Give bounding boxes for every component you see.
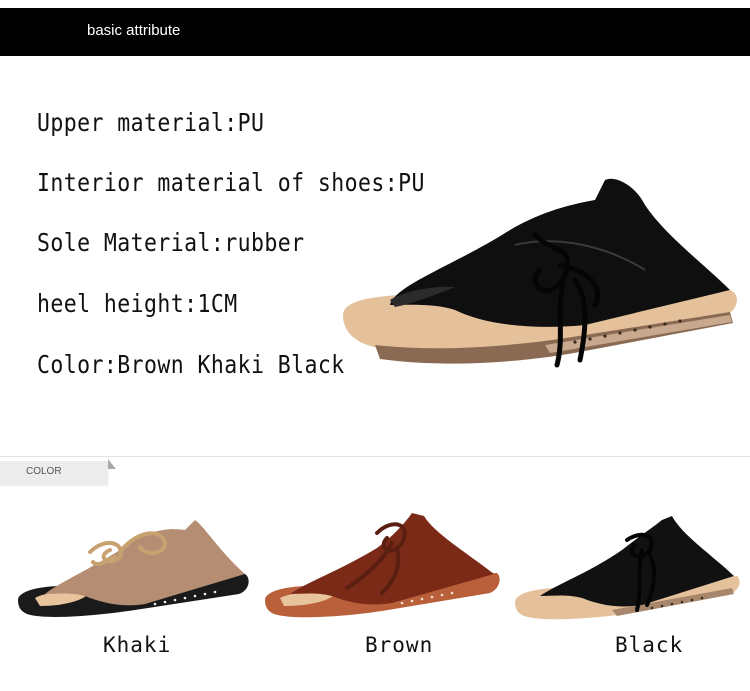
spec-color: Color:Brown Khaki Black: [37, 350, 345, 379]
section-title: basic attribute: [87, 22, 181, 39]
spec-upper-material: Upper material:PU: [37, 108, 265, 137]
color-tab-fold: [108, 459, 116, 469]
section-header: basic attribute: [0, 8, 750, 56]
brown-sandal-image: [265, 513, 500, 618]
section-divider: [0, 456, 750, 457]
variant-label-khaki: Khaki: [103, 633, 172, 657]
color-tab-label: COLOR: [26, 466, 62, 477]
spec-heel-height: heel height:1CM: [37, 289, 238, 318]
spec-sole-material: Sole Material:rubber: [37, 228, 305, 257]
top-strip: [0, 0, 750, 8]
variant-label-black: Black: [615, 633, 684, 657]
hero-sandal-image: [343, 178, 737, 368]
variant-label-brown: Brown: [365, 633, 434, 657]
black-sandal-image: [515, 516, 740, 620]
khaki-sandal-image: [18, 520, 249, 617]
